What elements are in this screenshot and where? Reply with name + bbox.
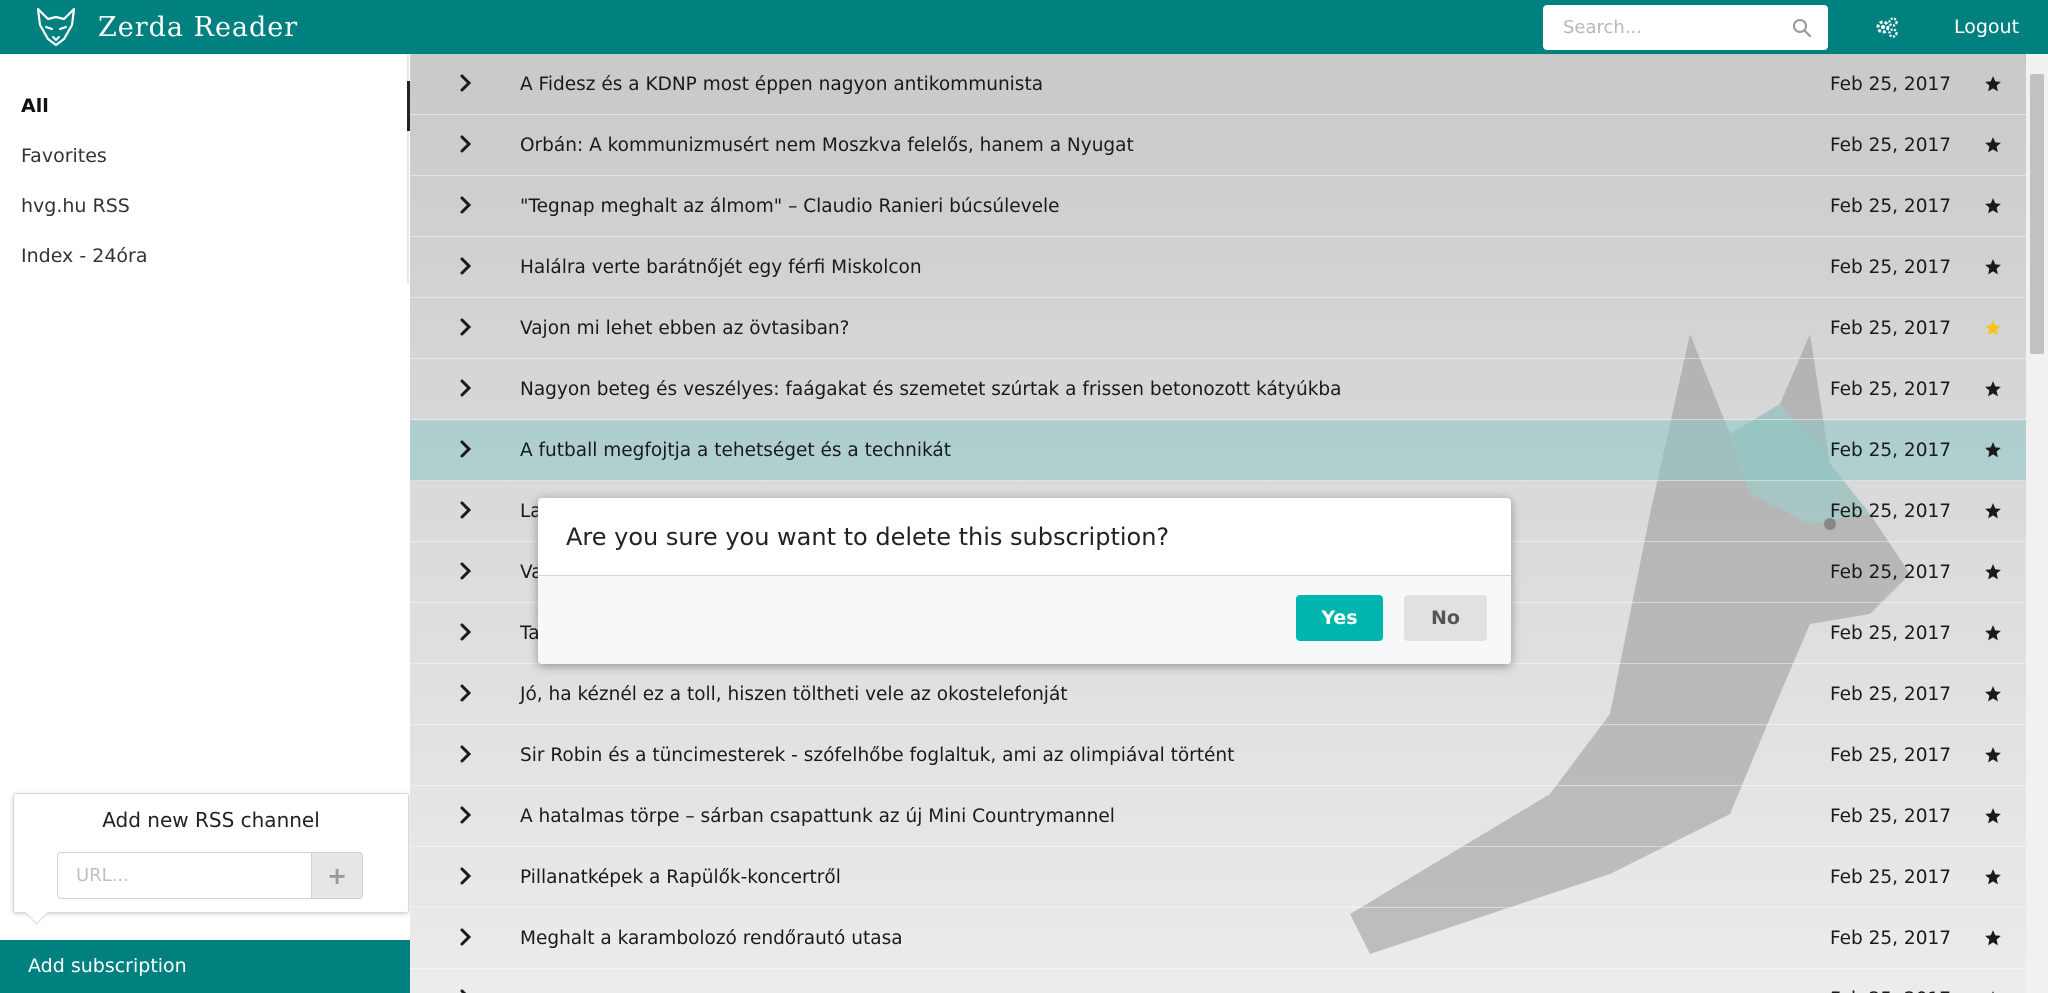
article-date: Feb 25, 2017: [1830, 501, 1952, 522]
plus-icon: +: [326, 861, 348, 890]
chevron-right-icon[interactable]: [458, 317, 474, 337]
star-icon[interactable]: [1984, 258, 2002, 276]
scrollbar-thumb[interactable]: [2030, 74, 2044, 354]
star-icon[interactable]: [1984, 380, 2002, 398]
logout-link[interactable]: Logout: [1954, 0, 2019, 54]
article-date: Feb 25, 2017: [1830, 440, 1952, 461]
article-date: Feb 25, 2017: [1830, 135, 1952, 156]
modal-question: Are you sure you want to delete this sub…: [538, 498, 1511, 576]
yes-button[interactable]: Yes: [1296, 595, 1383, 641]
add-subscription-button[interactable]: Add subscription: [0, 940, 410, 993]
article-date: Feb 25, 2017: [1830, 623, 1952, 644]
chevron-right-icon[interactable]: [458, 866, 474, 886]
article-title[interactable]: Sir Robin és a tüncimesterek - szófelhőb…: [520, 725, 1234, 786]
article-title[interactable]: Orbán: A kommunizmusért nem Moszkva fele…: [520, 115, 1134, 176]
brand[interactable]: Zerda Reader: [34, 5, 298, 49]
scrollbar[interactable]: [2026, 54, 2048, 993]
search-icon[interactable]: [1792, 18, 1812, 38]
article-date: Feb 25, 2017: [1830, 379, 1952, 400]
article-title[interactable]: Vajon mi lehet ebben az övtasiban?: [520, 298, 849, 359]
article-row[interactable]: Halálra verte barátnőjét egy férfi Misko…: [410, 237, 2026, 298]
chevron-right-icon[interactable]: [458, 561, 474, 581]
search-box: [1543, 5, 1828, 50]
chevron-right-icon[interactable]: [458, 927, 474, 947]
article-title[interactable]: Pillanatképek a Rapülők-koncertről: [520, 847, 841, 908]
chevron-right-icon[interactable]: [458, 744, 474, 764]
article-date: Feb 25, 2017: [1830, 969, 1951, 993]
article-date: Feb 25, 2017: [1830, 806, 1952, 827]
star-icon[interactable]: [1984, 868, 2002, 886]
star-icon[interactable]: [1984, 929, 2002, 947]
article-row[interactable]: Pillanatképek a Rapülők-koncertről Feb 25…: [410, 847, 2026, 908]
article-title[interactable]: A futball megfojtja a tehetséget és a te…: [520, 420, 951, 481]
fox-logo-icon: [36, 7, 76, 47]
chevron-right-icon[interactable]: [458, 500, 474, 520]
article-row[interactable]: A Fidesz és a KDNP most éppen nagyon ant…: [410, 54, 2026, 115]
article-title[interactable]: Nagyon beteg és veszélyes: faágakat és s…: [520, 359, 1342, 420]
article-date: Feb 25, 2017: [1830, 562, 1952, 583]
article-row[interactable]: Jó, ha kéznél ez a toll, hiszen töltheti…: [410, 664, 2026, 725]
add-rss-title: Add new RSS channel: [102, 808, 320, 832]
article-date: Feb 25, 2017: [1830, 74, 1952, 95]
article-date: Feb 25, 2017: [1830, 684, 1952, 705]
article-title[interactable]: A hatalmas törpe – sárban csapattunk az …: [520, 786, 1115, 847]
star-icon[interactable]: [1984, 685, 2002, 703]
rss-url-input[interactable]: [57, 852, 312, 899]
sidebar-item-index-24ora[interactable]: Index - 24óra: [0, 231, 410, 281]
delete-confirmation-modal: Are you sure you want to delete this sub…: [538, 498, 1511, 664]
star-icon[interactable]: [1984, 136, 2002, 154]
article-title[interactable]: A Fidesz és a KDNP most éppen nagyon ant…: [520, 54, 1043, 115]
article-date: Feb 25, 2017: [1830, 867, 1952, 888]
chevron-right-icon[interactable]: [458, 805, 474, 825]
brand-name: Zerda Reader: [98, 11, 299, 43]
article-row[interactable]: Vajon mi lehet ebben az övtasiban? Feb 25…: [410, 298, 2026, 359]
chevron-right-icon[interactable]: [458, 988, 474, 993]
star-icon[interactable]: [1984, 441, 2002, 459]
article-row[interactable]: A futball megfojtja a tehetséget és a te…: [410, 420, 2026, 481]
star-icon[interactable]: [1984, 624, 2002, 642]
add-rss-popup: Add new RSS channel +: [13, 793, 409, 913]
add-rss-button[interactable]: +: [311, 852, 363, 899]
article-date: Feb 25, 2017: [1830, 196, 1952, 217]
chevron-right-icon[interactable]: [458, 256, 474, 276]
article-title[interactable]: "Tegnap meghalt az álmom" – Claudio Rani…: [520, 176, 1059, 237]
star-icon[interactable]: [1984, 563, 2002, 581]
article-row[interactable]: Orbán: A kommunizmusért nem Moszkva fele…: [410, 115, 2026, 176]
chevron-right-icon[interactable]: [458, 73, 474, 93]
star-icon[interactable]: [1984, 502, 2002, 520]
article-row[interactable]: Nagyon beteg és veszélyes: faágakat és s…: [410, 359, 2026, 420]
article-row[interactable]: Feb 25, 2017: [410, 969, 2026, 993]
article-row[interactable]: Meghalt a karambolozó rendőrautó utasa Fe…: [410, 908, 2026, 969]
article-row[interactable]: Sir Robin és a tüncimesterek - szófelhőb…: [410, 725, 2026, 786]
sidebar-item-hvg-rss[interactable]: hvg.hu RSS: [0, 181, 410, 231]
article-title[interactable]: Halálra verte barátnőjét egy férfi Misko…: [520, 237, 922, 298]
sidebar-item-all[interactable]: All: [0, 81, 410, 131]
article-row[interactable]: "Tegnap meghalt az álmom" – Claudio Rani…: [410, 176, 2026, 237]
settings-icon[interactable]: [1874, 14, 1900, 40]
star-icon[interactable]: [1984, 807, 2002, 825]
star-icon[interactable]: [1984, 75, 2002, 93]
favorite-star-icon[interactable]: [1984, 319, 2002, 337]
article-date: Feb 25, 2017: [1830, 928, 1952, 949]
star-icon[interactable]: [1984, 746, 2002, 764]
sidebar-item-favorites[interactable]: Favorites: [0, 131, 410, 181]
chevron-right-icon[interactable]: [458, 683, 474, 703]
article-title[interactable]: Ta: [520, 603, 540, 664]
chevron-right-icon[interactable]: [458, 134, 474, 154]
article-date: Feb 25, 2017: [1830, 745, 1952, 766]
search-input[interactable]: [1543, 5, 1783, 50]
chevron-right-icon[interactable]: [458, 378, 474, 398]
no-button[interactable]: No: [1404, 595, 1487, 641]
chevron-right-icon[interactable]: [458, 195, 474, 215]
article-row[interactable]: A hatalmas törpe – sárban csapattunk az …: [410, 786, 2026, 847]
top-navbar: Zerda Reader Logout: [0, 0, 2048, 54]
star-icon[interactable]: [1984, 197, 2002, 215]
chevron-right-icon[interactable]: [458, 439, 474, 459]
article-title[interactable]: Jó, ha kéznél ez a toll, hiszen töltheti…: [520, 664, 1068, 725]
chevron-right-icon[interactable]: [458, 622, 474, 642]
article-title[interactable]: Meghalt a karambolozó rendőrautó utasa: [520, 908, 903, 969]
article-date: Feb 25, 2017: [1830, 257, 1952, 278]
modal-actions: Yes No: [538, 576, 1511, 664]
article-date: Feb 25, 2017: [1830, 318, 1952, 339]
